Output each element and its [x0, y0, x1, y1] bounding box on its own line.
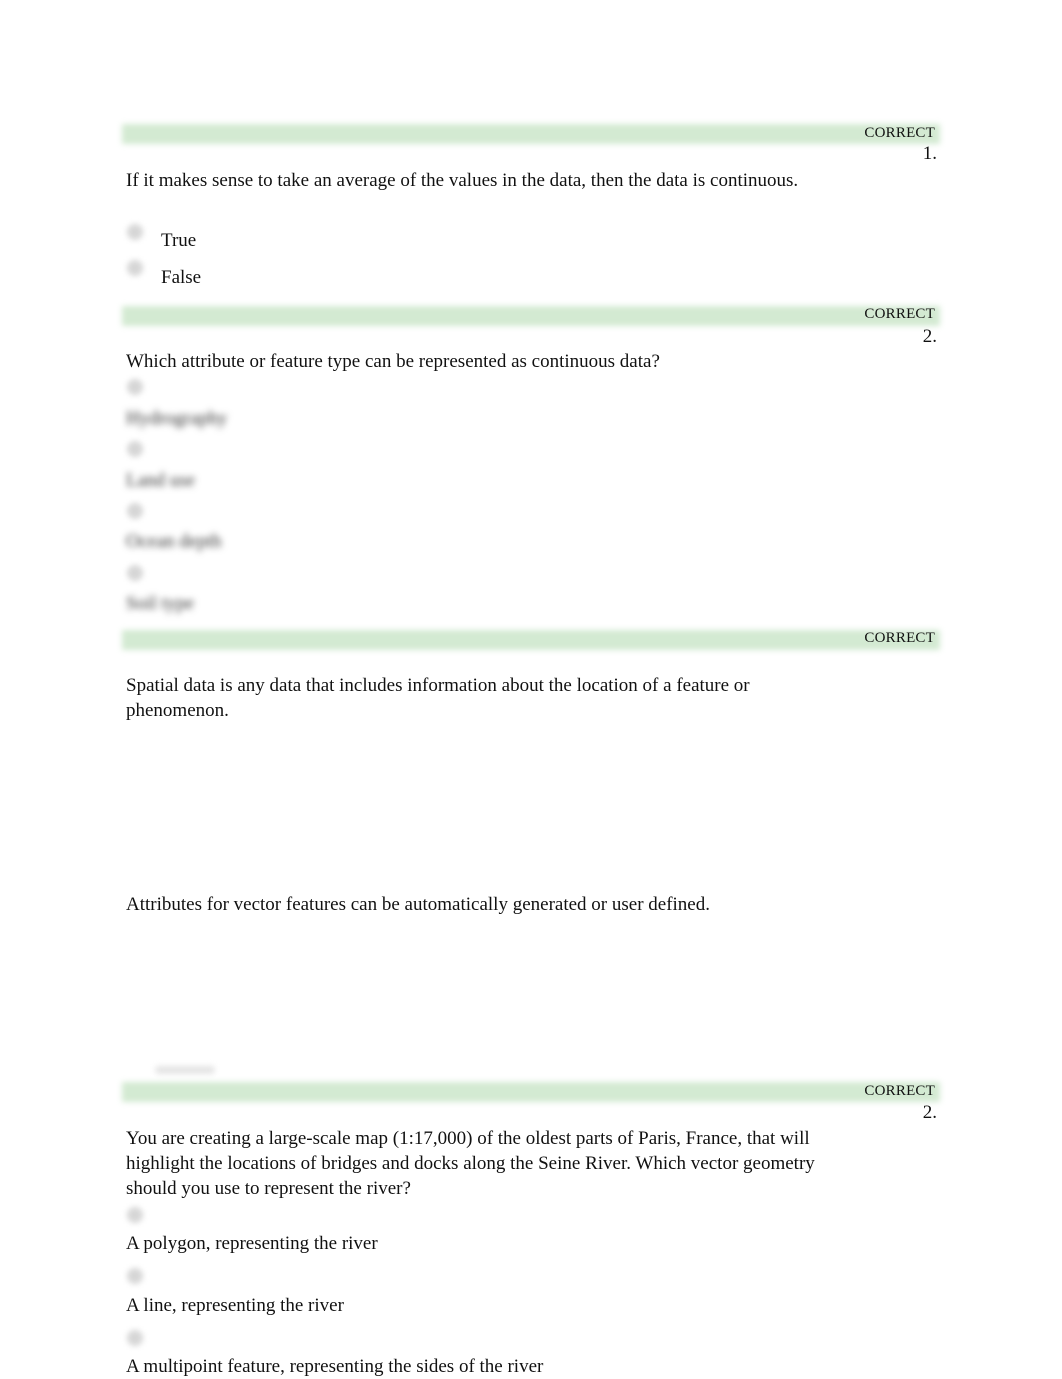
question-text: You are creating a large-scale map (1:17… [126, 1128, 815, 1199]
status-label: CORRECT [864, 125, 935, 141]
correct-status-bar [122, 306, 940, 326]
radio-button[interactable] [127, 441, 143, 457]
question-text: If it makes sense to take an average of … [126, 170, 799, 191]
question-text: Spatial data is any data that includes i… [126, 675, 750, 721]
option-label[interactable]: Hydrography [126, 407, 227, 431]
radio-button[interactable] [127, 1207, 143, 1223]
decorative-smudge [155, 1066, 215, 1074]
correct-status-bar [122, 630, 940, 650]
correct-status-bar [122, 1082, 940, 1102]
option-label[interactable]: Ocean depth [126, 530, 221, 554]
option-label[interactable]: False [161, 266, 201, 290]
radio-button[interactable] [127, 565, 143, 581]
status-label: CORRECT [864, 306, 935, 322]
question-number: 2. [922, 326, 937, 347]
option-label[interactable]: A line, representing the river [126, 1294, 344, 1318]
status-label: CORRECT [864, 1083, 935, 1099]
question-text: Which attribute or feature type can be r… [126, 351, 660, 372]
option-label[interactable]: A multipoint feature, representing the s… [126, 1355, 543, 1379]
correct-status-bar [122, 124, 940, 144]
radio-button[interactable] [127, 503, 143, 519]
option-label[interactable]: A polygon, representing the river [126, 1232, 378, 1256]
radio-button[interactable] [127, 379, 143, 395]
radio-button[interactable] [127, 260, 143, 276]
radio-button[interactable] [127, 224, 143, 240]
radio-button[interactable] [127, 1330, 143, 1346]
option-label[interactable]: True [161, 229, 196, 253]
question-number: 1. [922, 143, 937, 164]
question-text: Attributes for vector features can be au… [126, 894, 710, 915]
status-label: CORRECT [864, 630, 935, 646]
question-number: 2. [922, 1102, 937, 1123]
option-label[interactable]: Soil type [126, 592, 194, 616]
option-label[interactable]: Land use [126, 469, 195, 493]
radio-button[interactable] [127, 1268, 143, 1284]
